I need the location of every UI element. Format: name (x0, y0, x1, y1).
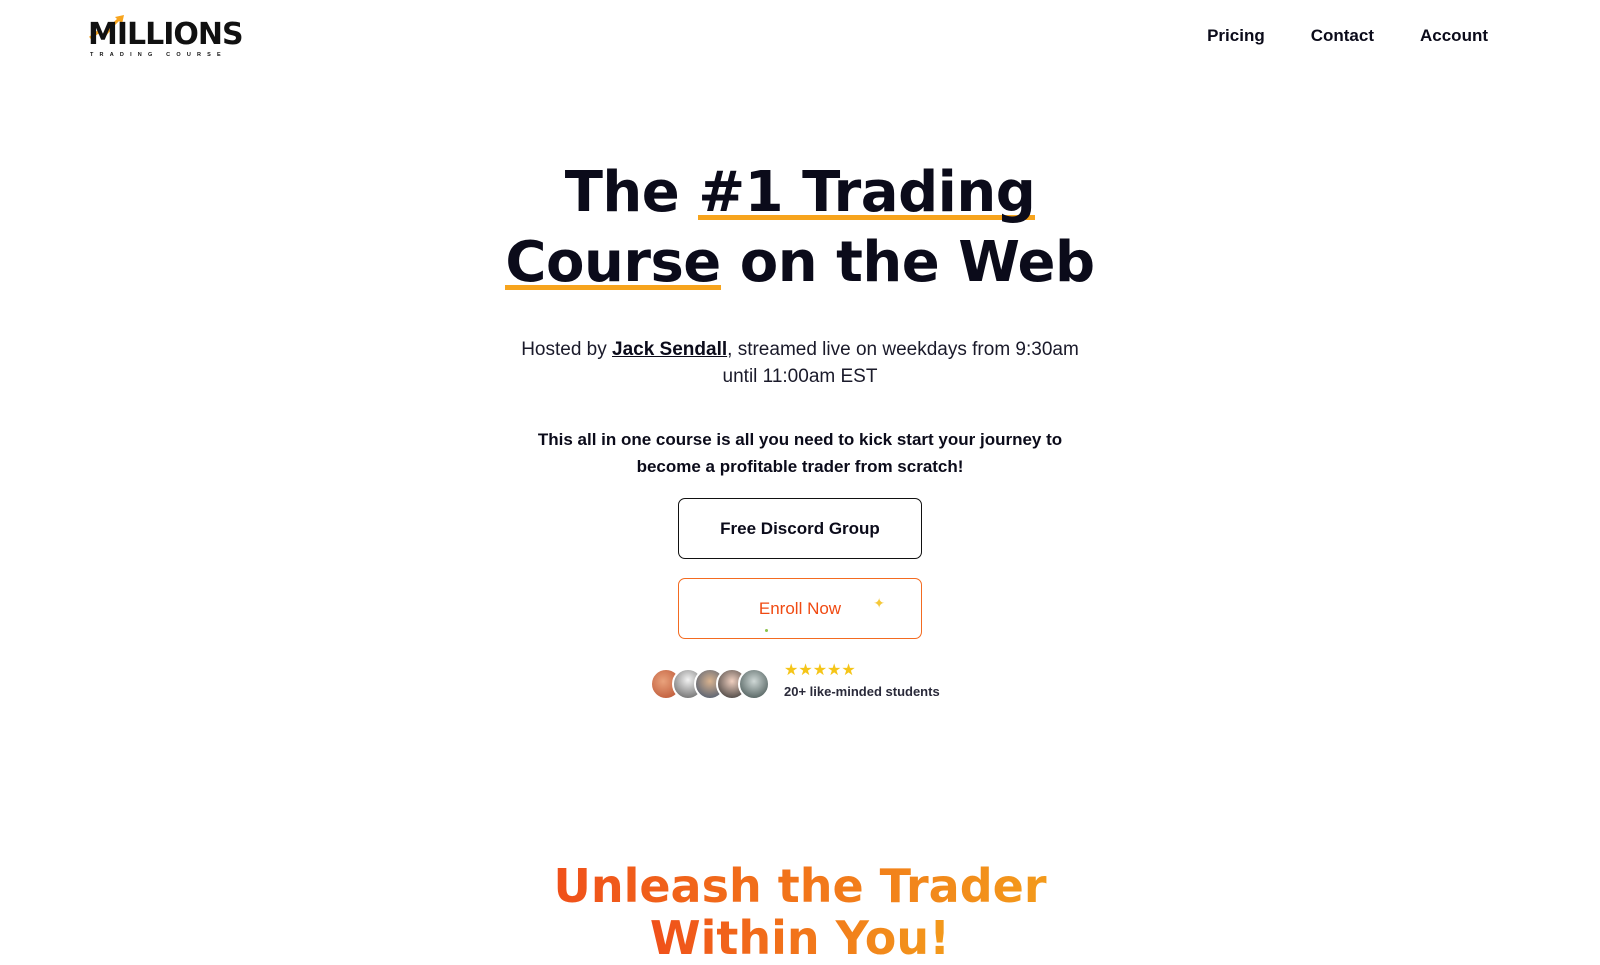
free-discord-button[interactable]: Free Discord Group (678, 498, 922, 559)
section-heading-line1: Unleash the Trader (553, 859, 1047, 914)
students-count: 20+ like-minded students (784, 684, 940, 699)
hero-headline: The #1 Trading Course on the Web (490, 158, 1110, 298)
headline-highlight-2: Course (505, 230, 721, 295)
avatar (738, 668, 770, 700)
headline-text-1: The (564, 160, 699, 225)
hosted-prefix: Hosted by (521, 339, 613, 360)
nav-contact-link[interactable]: Contact (1311, 26, 1374, 46)
rating-block: ★★★★★ 20+ like-minded students (784, 662, 940, 699)
student-avatars (650, 668, 780, 700)
nav-account-link[interactable]: Account (1420, 26, 1488, 46)
course-pitch: This all in one course is all you need t… (537, 430, 1063, 476)
hero-section: The #1 Trading Course on the Web Hosted b… (0, 158, 1600, 702)
logo-subtext: TRADING COURSE (90, 52, 227, 58)
top-nav: MILLIONS TRADING COURSE Pricing Contact … (0, 0, 1600, 80)
rating-stars: ★★★★★ (784, 662, 856, 679)
brand-logo[interactable]: MILLIONS TRADING COURSE (88, 14, 248, 60)
headline-text-2: on the Web (720, 230, 1095, 295)
hosted-suffix: , streamed live on weekdays from 9:30am … (722, 339, 1079, 387)
host-description: Hosted by Jack Sendall, streamed live on… (520, 336, 1080, 390)
nav-links: Pricing Contact Account (1207, 26, 1488, 46)
enroll-now-button[interactable]: Enroll Now ✦ (678, 578, 922, 639)
logo-wordmark: MILLIONS (88, 17, 244, 52)
social-proof: ★★★★★ 20+ like-minded students (650, 662, 950, 702)
sparkle-dot-icon (765, 629, 768, 632)
host-name-link[interactable]: Jack Sendall (612, 339, 727, 360)
sparkle-icon: ✦ (873, 595, 885, 611)
section-heading-line2: Within You! (649, 911, 951, 965)
section-heading: Unleash the Trader Within You! (0, 860, 1600, 964)
headline-highlight-1: #1 Trading (698, 160, 1036, 225)
nav-pricing-link[interactable]: Pricing (1207, 26, 1265, 46)
enroll-label: Enroll Now (758, 598, 842, 618)
